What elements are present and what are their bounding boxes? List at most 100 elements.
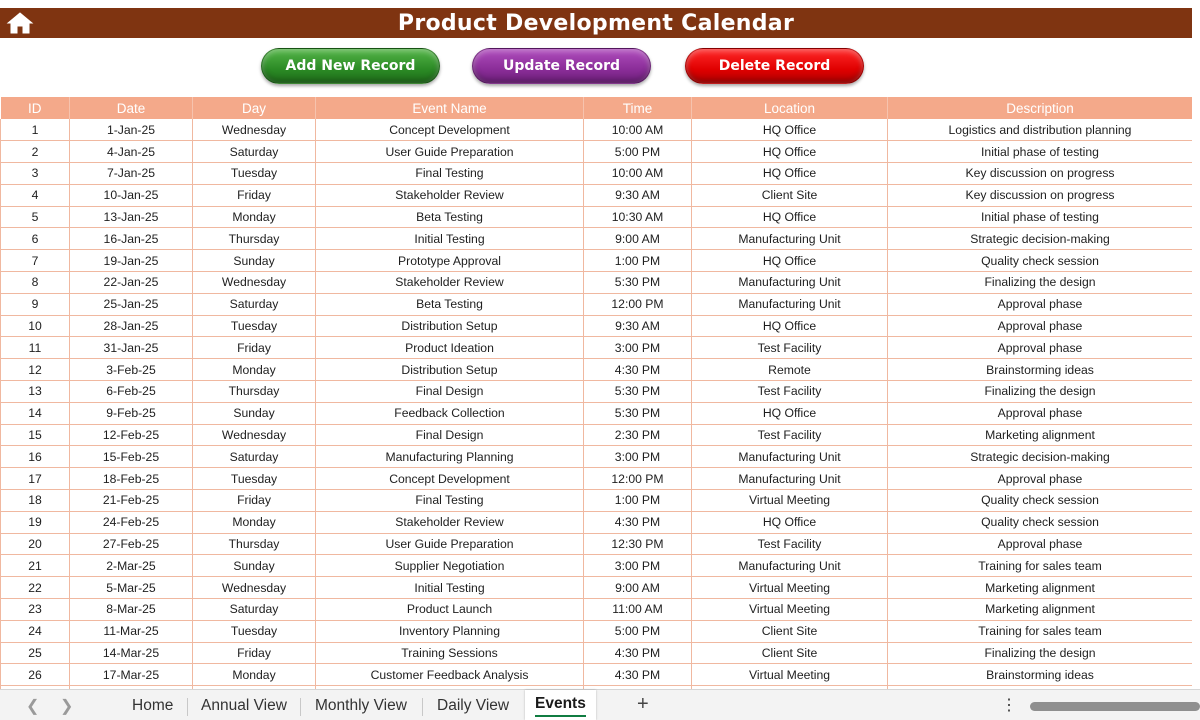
table-cell[interactable]: 17-Mar-25 [69,663,193,687]
table-cell[interactable]: 5:00 PM [583,140,692,164]
table-cell[interactable]: 18 [0,489,70,512]
table-cell[interactable]: Manufacturing Unit [691,227,888,251]
table-cell[interactable]: 31-Jan-25 [69,336,193,360]
chevron-left-icon[interactable]: ❮ [26,696,39,716]
table-cell[interactable]: Virtual Meeting [691,663,888,687]
table-cell[interactable]: Monday [192,663,316,687]
table-cell[interactable]: Manufacturing Unit [691,293,888,316]
table-cell[interactable]: 5:30 PM [583,402,692,425]
table-cell[interactable]: Product Launch [315,598,584,621]
table-cell[interactable]: User Guide Preparation [315,533,584,556]
table-cell[interactable]: 17 [0,467,70,491]
table-cell[interactable]: Client Site [691,642,888,665]
table-cell[interactable]: Sunday [192,402,316,425]
table-cell[interactable]: HQ Office [691,140,888,164]
table-row[interactable]: 19 24-Feb-25 Monday Stakeholder Review 4:30 … [0,511,1192,534]
table-cell[interactable]: Approval phase [887,293,1192,316]
table-cell[interactable]: 24 [0,620,70,643]
table-cell[interactable]: 7-Jan-25 [69,162,193,185]
table-cell[interactable]: 28-Jan-25 [69,315,193,338]
table-cell[interactable]: Inventory Planning [315,620,584,643]
table-cell[interactable]: 1-Jan-25 [69,119,193,142]
table-row[interactable]: 10 28-Jan-25 Tuesday Distribution Setup 9:30… [0,315,1192,338]
table-cell[interactable]: 3:00 PM [583,336,692,360]
table-cell[interactable]: Finalizing the design [887,380,1192,403]
table-cell[interactable]: 10 [0,315,70,338]
table-cell[interactable]: Initial Testing [315,227,584,251]
table-cell[interactable]: 16-Jan-25 [69,227,193,251]
table-cell[interactable]: Initial phase of testing [887,206,1192,229]
table-cell[interactable]: 9:30 AM [583,315,692,338]
table-cell[interactable]: 25-Jan-25 [69,293,193,316]
table-cell[interactable]: 7 [0,249,70,273]
table-cell[interactable]: 19-Jan-25 [69,249,193,273]
table-cell[interactable]: 12-Feb-25 [69,424,193,447]
table-cell[interactable]: Manufacturing Unit [691,445,888,469]
table-row[interactable]: 17 18-Feb-25 Tuesday Concept Development 12:… [0,467,1192,491]
table-cell[interactable]: 21-Feb-25 [69,489,193,512]
table-cell[interactable]: 19 [0,511,70,534]
column-header-day[interactable]: Day [192,97,316,119]
table-row[interactable]: 15 12-Feb-25 Wednesday Final Design 2:30 PM T… [0,424,1192,447]
table-cell[interactable]: 18-Feb-25 [69,467,193,491]
table-cell[interactable]: 2:30 PM [583,424,692,447]
tab-home[interactable]: Home [132,697,173,715]
table-cell[interactable]: User Guide Preparation [315,140,584,164]
table-row[interactable]: 12 3-Feb-25 Monday Distribution Setup 4:30 P… [0,358,1192,382]
table-cell[interactable]: Client Site [691,184,888,207]
table-cell[interactable]: 3:00 PM [583,445,692,469]
table-cell[interactable]: Wednesday [192,271,316,294]
table-cell[interactable]: Test Facility [691,424,888,447]
table-cell[interactable]: Stakeholder Review [315,271,584,294]
table-row[interactable]: 24 11-Mar-25 Tuesday Inventory Planning 5:00… [0,620,1192,643]
table-cell[interactable]: 9 [0,293,70,316]
table-cell[interactable]: 1:00 PM [583,489,692,512]
table-row[interactable]: 1 1-Jan-25 Wednesday Concept Development 10:… [0,119,1192,142]
table-cell[interactable]: 8-Mar-25 [69,598,193,621]
table-cell[interactable]: 14-Mar-25 [69,642,193,665]
table-cell[interactable]: 11-Mar-25 [69,620,193,643]
table-cell[interactable]: 12 [0,358,70,382]
table-cell[interactable]: 9:00 AM [583,227,692,251]
tab-monthly-view[interactable]: Monthly View [315,697,407,715]
more-options-icon[interactable]: ⋮ [1001,695,1017,715]
table-cell[interactable]: 6-Feb-25 [69,380,193,403]
table-cell[interactable]: 9:00 AM [583,576,692,600]
table-row[interactable]: 11 31-Jan-25 Friday Product Ideation 3:00 PM… [0,336,1192,360]
table-cell[interactable]: Distribution Setup [315,315,584,338]
table-cell[interactable]: Feedback Collection [315,402,584,425]
table-cell[interactable]: Final Design [315,380,584,403]
table-cell[interactable]: Product Ideation [315,336,584,360]
table-cell[interactable]: Saturday [192,293,316,316]
table-cell[interactable]: 4 [0,184,70,207]
tab-annual-view[interactable]: Annual View [201,697,287,715]
table-cell[interactable]: Friday [192,489,316,512]
chevron-right-icon[interactable]: ❯ [60,696,73,716]
table-cell[interactable]: Marketing alignment [887,598,1192,621]
table-cell[interactable]: Initial phase of testing [887,140,1192,164]
table-cell[interactable]: 4-Jan-25 [69,140,193,164]
table-cell[interactable]: 16 [0,445,70,469]
table-cell[interactable]: Stakeholder Review [315,184,584,207]
table-row[interactable]: 25 14-Mar-25 Friday Training Sessions 4:30 P… [0,642,1192,665]
table-cell[interactable]: Marketing alignment [887,424,1192,447]
table-cell[interactable]: Approval phase [887,336,1192,360]
table-cell[interactable]: Training for sales team [887,620,1192,643]
table-cell[interactable]: Thursday [192,227,316,251]
table-cell[interactable]: Prototype Approval [315,249,584,273]
table-cell[interactable]: Test Facility [691,336,888,360]
table-cell[interactable]: Thursday [192,533,316,556]
table-cell[interactable]: 15-Feb-25 [69,445,193,469]
table-cell[interactable]: Tuesday [192,315,316,338]
table-cell[interactable]: 22 [0,576,70,600]
table-cell[interactable]: 5:30 PM [583,380,692,403]
table-cell[interactable]: Friday [192,642,316,665]
table-cell[interactable]: Manufacturing Unit [691,467,888,491]
table-cell[interactable]: Tuesday [192,620,316,643]
table-cell[interactable]: 2 [0,140,70,164]
table-cell[interactable]: Virtual Meeting [691,489,888,512]
table-cell[interactable]: 8 [0,271,70,294]
table-cell[interactable]: 10:00 AM [583,162,692,185]
table-cell[interactable]: Manufacturing Unit [691,271,888,294]
table-cell[interactable]: 3:00 PM [583,554,692,578]
